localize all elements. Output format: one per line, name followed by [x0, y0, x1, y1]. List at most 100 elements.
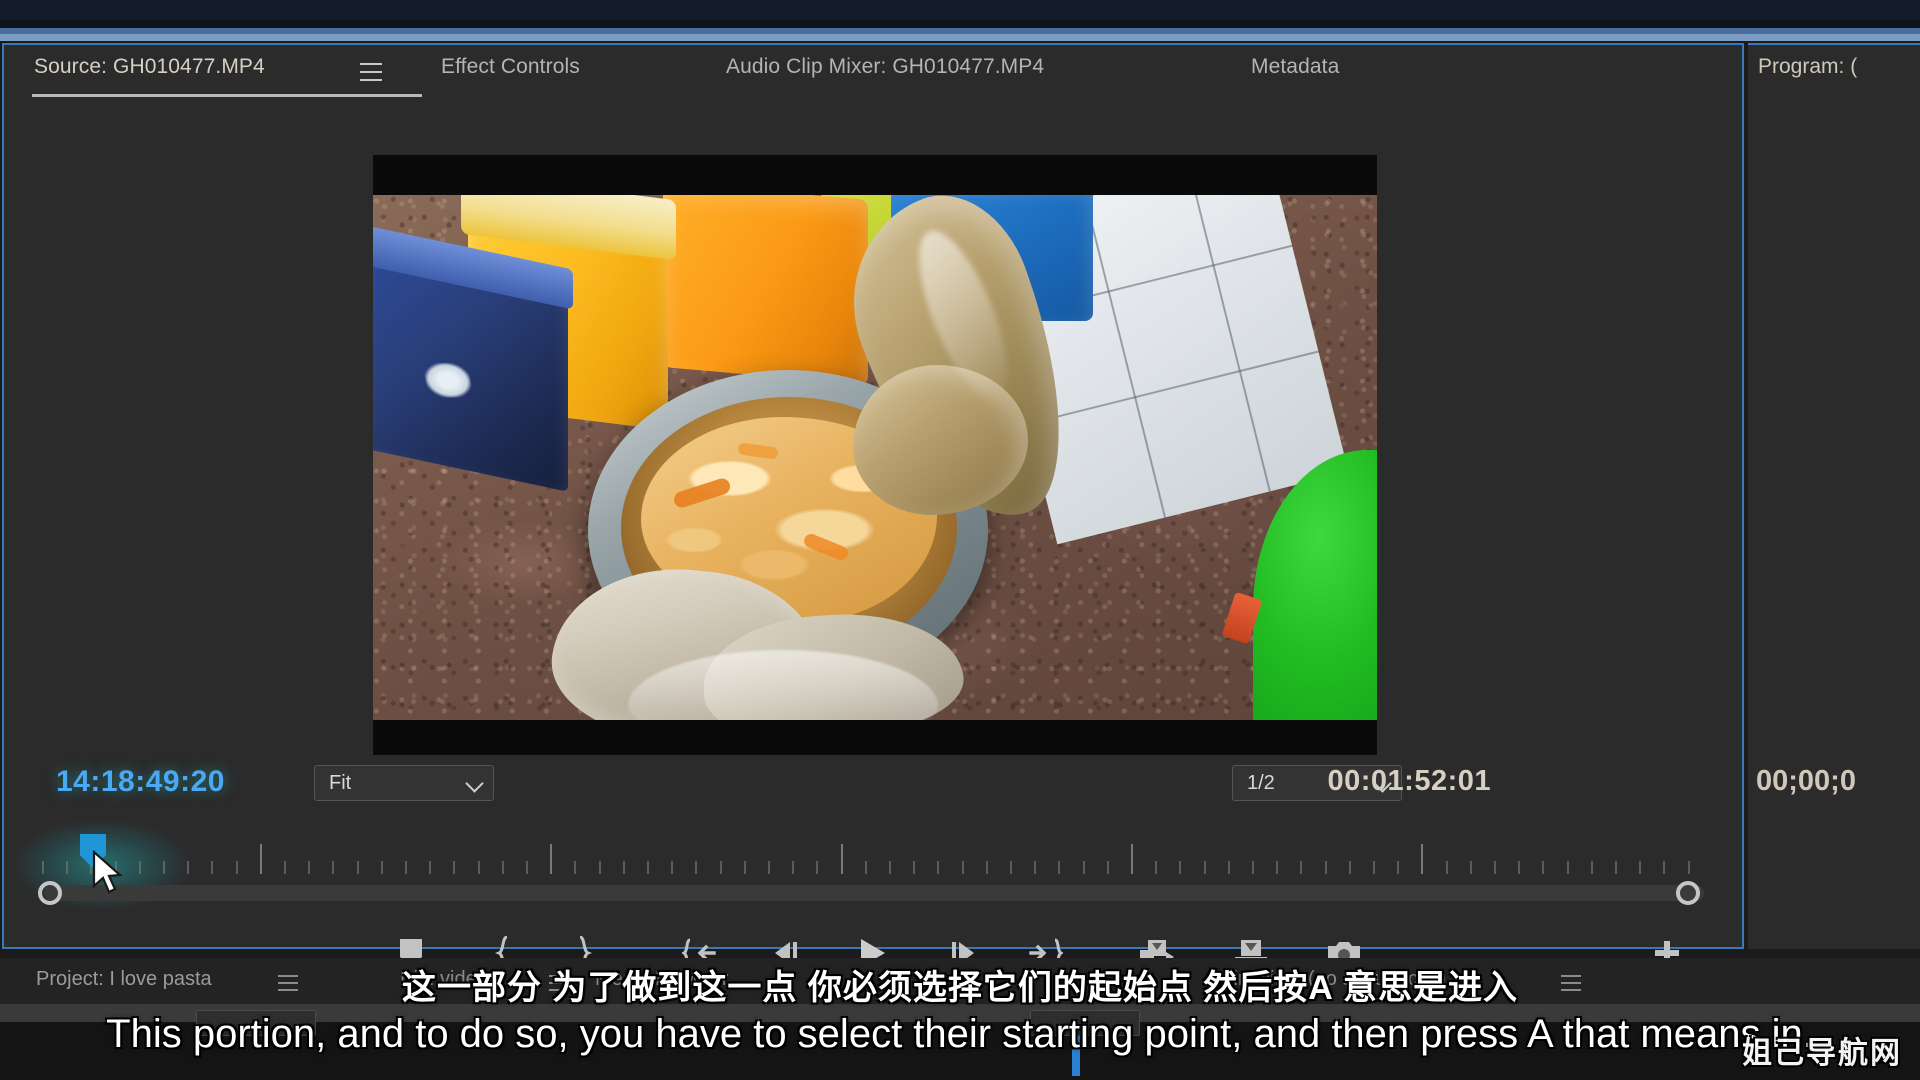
tab-program[interactable]: Program: (: [1758, 55, 1857, 79]
source-monitor-timecode-bar: 14:18:49:20 Fit 1/2 00:01:52:01: [4, 760, 1742, 815]
source-video-preview[interactable]: [373, 155, 1377, 755]
zoom-level-value: Fit: [329, 771, 352, 794]
ruler-tick: [768, 861, 770, 874]
ruler-tick: [1590, 861, 1593, 874]
ruler-tick: [1639, 861, 1642, 874]
ruler-tick: [138, 861, 141, 874]
tab-source[interactable]: Source: GH010477.MP4: [34, 55, 265, 79]
ruler-tick: [1010, 861, 1012, 874]
active-tab-underline: [32, 94, 422, 97]
current-timecode[interactable]: 14:18:49:20: [56, 765, 225, 799]
ruler-tick: [1566, 861, 1569, 874]
ruler-tick: [1252, 861, 1254, 874]
ruler-tick: [671, 861, 674, 874]
program-timecode[interactable]: 00;00;0: [1756, 765, 1856, 798]
ruler-tick: [211, 861, 214, 874]
ruler-tick: [1373, 861, 1375, 874]
ruler-tick: [1179, 861, 1182, 874]
ruler-tick: [937, 861, 940, 874]
ruler-tick: [1082, 861, 1085, 874]
ruler-tick: [1615, 861, 1617, 874]
ruler-tick: [1300, 861, 1303, 874]
ruler-tick: [235, 861, 238, 874]
subtitle-english: This portion, and to do so, you have to …: [106, 1012, 1814, 1056]
zoom-scrollbar-left-handle[interactable]: [38, 881, 62, 905]
ruler-tick: [889, 861, 891, 874]
ruler-tick: [66, 861, 69, 874]
ruler-tick: [1469, 861, 1472, 874]
ruler-tick: [1421, 844, 1424, 874]
tab-metadata[interactable]: Metadata: [1251, 55, 1339, 79]
program-monitor-panel: Program: ( 00;00;0: [1748, 43, 1920, 949]
ruler-tick: [1203, 861, 1206, 874]
ruler-tick: [1227, 861, 1230, 874]
ruler-tick: [598, 861, 601, 874]
window-top-strip: [0, 0, 1920, 20]
ruler-tick: [187, 861, 190, 874]
ruler-tick: [550, 844, 553, 874]
ruler-tick: [259, 844, 262, 874]
ruler-tick: [695, 861, 698, 874]
ruler-tick: [792, 861, 795, 874]
ruler-tick: [1276, 861, 1279, 874]
ruler-tick: [1131, 844, 1133, 874]
source-monitor-tabbar: Source: GH010477.MP4 Effect Controls Aud…: [4, 45, 1742, 97]
ruler-tick: [477, 861, 480, 874]
ruler-tick: [1348, 861, 1351, 874]
ruler-tick: [1058, 861, 1061, 874]
ruler-tick: [405, 861, 407, 874]
ruler-tick: [1397, 861, 1400, 874]
ruler-tick: [1542, 861, 1545, 874]
source-panel-menu-icon[interactable]: [360, 63, 382, 81]
letterbox-top: [373, 155, 1377, 195]
ruler-tick: [526, 861, 528, 874]
ruler-tick: [380, 861, 383, 874]
ruler-tick: [1445, 861, 1448, 874]
ruler-tick: [1034, 861, 1037, 874]
subtitle-chinese: 这一部分 为了做到这一点 你必须选择它们的起始点 然后按A 意思是进入: [401, 969, 1519, 1007]
tab-audio-clip-mixer[interactable]: Audio Clip Mixer: GH010477.MP4: [726, 55, 1044, 79]
ruler-tick: [284, 861, 286, 874]
ruler-tick: [719, 861, 722, 874]
ruler-tick: [332, 861, 335, 874]
ruler-tick: [647, 861, 649, 874]
clip-duration-timecode[interactable]: 00:01:52:01: [1328, 765, 1492, 798]
ruler-tick: [163, 861, 165, 874]
ruler-tick: [743, 861, 746, 874]
ruler-tick: [1687, 861, 1690, 874]
ruler-tick: [913, 861, 916, 874]
ruler-tick: [501, 861, 504, 874]
ruler-tick: [429, 861, 432, 874]
ruler-tick: [622, 861, 625, 874]
ruler-tick: [985, 861, 988, 874]
video-frame-content: [373, 195, 1377, 720]
ruler-tick: [1155, 861, 1158, 874]
orange-container: [663, 195, 868, 385]
ruler-tick: [453, 861, 456, 874]
playback-resolution-value: 1/2: [1247, 771, 1275, 794]
ruler-tick: [308, 861, 311, 874]
ruler-tick: [864, 861, 867, 874]
zoom-level-dropdown[interactable]: Fit: [314, 765, 494, 801]
panel-highlight-strip-2: [0, 34, 1920, 41]
ruler-tick: [1518, 861, 1521, 874]
ruler-tick: [816, 861, 819, 874]
letterbox-bottom: [373, 720, 1377, 755]
premiere-pro-window: Source: GH010477.MP4 Effect Controls Aud…: [0, 0, 1920, 1080]
ruler-tick: [1663, 861, 1666, 874]
site-watermark: 姐己导航网: [1742, 1037, 1902, 1070]
ruler-tick: [574, 861, 577, 874]
ruler-tick: [840, 844, 843, 874]
zoom-scrollbar-right-handle[interactable]: [1676, 881, 1700, 905]
ruler-tick: [356, 861, 359, 874]
source-monitor-panel: Source: GH010477.MP4 Effect Controls Aud…: [2, 43, 1744, 970]
window-top-strip-2: [0, 20, 1920, 28]
mouse-cursor: [92, 850, 123, 894]
source-time-ruler[interactable]: [38, 838, 1710, 874]
zoom-scrollbar-track[interactable]: [44, 885, 1704, 901]
ruler-tick: [1106, 861, 1109, 874]
ruler-tick: [1494, 861, 1496, 874]
ruler-tick: [1324, 861, 1327, 874]
ruler-tick: [42, 861, 44, 874]
tab-effect-controls[interactable]: Effect Controls: [441, 55, 580, 79]
